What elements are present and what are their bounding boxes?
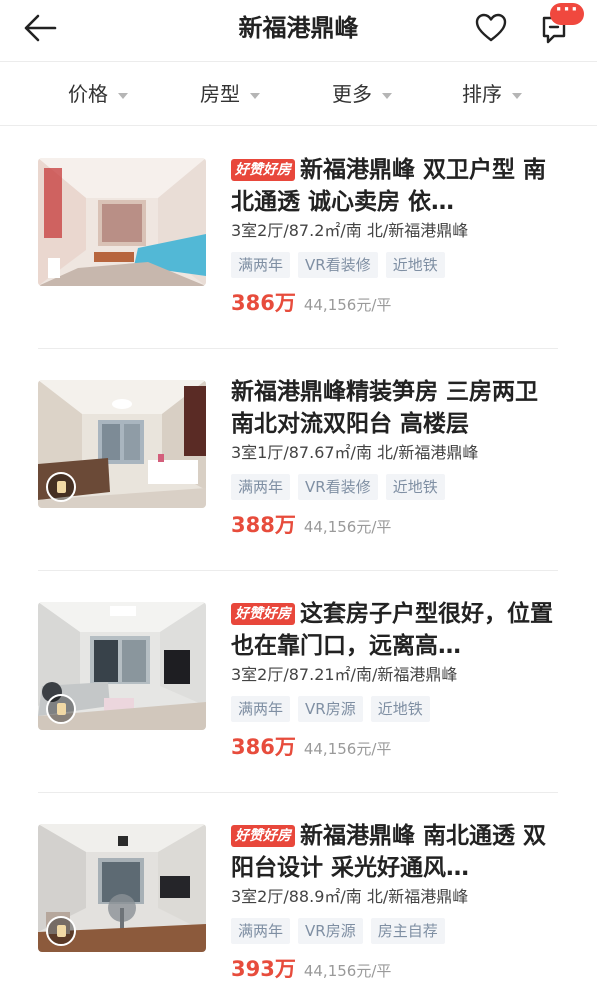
listing-title[interactable]: 好赞好房 新福港鼎峰 南北通透 双阳台设计 采光好通风… — [231, 820, 561, 884]
total-price: 386万 — [231, 735, 296, 759]
listing-tag: VR看装修 — [298, 252, 378, 278]
listing-title-text: 新福港鼎峰精装笋房 三房两卫 南北对流双阳台 高楼层 — [231, 379, 539, 437]
listing-card[interactable]: 好赞好房 新福港鼎峰 双卫户型 南北通透 诚心卖房 依… 3室2厅/87.2㎡/南… — [0, 126, 597, 348]
total-price: 388万 — [231, 513, 296, 537]
listing-card[interactable]: 好赞好房 新福港鼎峰 南北通透 双阳台设计 采光好通风… 3室2厅/88.9㎡/南… — [0, 792, 597, 1000]
unit-price: 44,156元/平 — [303, 740, 392, 758]
total-price: 393万 — [231, 957, 296, 981]
listing-photo — [38, 380, 206, 508]
filter-more[interactable]: 更多 — [332, 80, 392, 108]
listing-card[interactable]: 好赞好房 这套房子户型很好，位置也在靠门口，远离高… 3室2厅/87.21㎡/南/… — [0, 570, 597, 792]
filter-bar: 价格 房型 更多 排序 — [0, 62, 597, 126]
caret-down-icon — [382, 92, 392, 99]
filter-layout[interactable]: 房型 — [200, 80, 260, 108]
listing-title[interactable]: 好赞好房 这套房子户型很好，位置也在靠门口，远离高… — [231, 598, 561, 662]
listing-tags: 满两年 VR房源 近地铁 — [231, 696, 438, 722]
listing-tag: 满两年 — [231, 918, 291, 944]
filter-layout-label: 房型 — [200, 82, 240, 106]
hot-badge: 好赞好房 — [231, 159, 295, 181]
filter-sort-label: 排序 — [462, 82, 502, 106]
listing-photo — [38, 824, 206, 952]
caret-down-icon — [118, 92, 128, 99]
listing-tag: VR看装修 — [298, 474, 378, 500]
listing-tag: 近地铁 — [385, 474, 445, 500]
listing-tags: 满两年 VR看装修 近地铁 — [231, 474, 453, 500]
listing-tag: 满两年 — [231, 474, 291, 500]
caret-down-icon — [250, 92, 260, 99]
listing-price: 386万 44,156元/平 — [231, 288, 391, 318]
filter-sort[interactable]: 排序 — [462, 80, 522, 108]
listing-price: 388万 44,156元/平 — [231, 510, 391, 540]
listing-meta: 3室2厅/87.2㎡/南 北/新福港鼎峰 — [231, 221, 469, 240]
listing-tag: 近地铁 — [370, 696, 430, 722]
listing-tag: 房主自荐 — [370, 918, 445, 944]
listing-photo — [38, 158, 206, 286]
listing-card[interactable]: 新福港鼎峰精装笋房 三房两卫 南北对流双阳台 高楼层 3室1厅/87.67㎡/南… — [0, 348, 597, 570]
listing-meta: 3室2厅/88.9㎡/南 北/新福港鼎峰 — [231, 887, 469, 906]
listing-price: 386万 44,156元/平 — [231, 732, 391, 762]
message-badge: ··· — [550, 1, 584, 25]
listing-tag: VR房源 — [298, 696, 363, 722]
listing-meta: 3室1厅/87.67㎡/南 北/新福港鼎峰 — [231, 443, 479, 462]
listing-price: 393万 44,156元/平 — [231, 954, 391, 984]
filter-price-label: 价格 — [68, 82, 108, 106]
listing-title[interactable]: 新福港鼎峰精装笋房 三房两卫 南北对流双阳台 高楼层 — [231, 376, 561, 440]
listing-tag: VR房源 — [298, 918, 363, 944]
vr-play-icon[interactable] — [46, 694, 76, 724]
hot-badge: 好赞好房 — [231, 825, 295, 847]
vr-play-icon[interactable] — [46, 916, 76, 946]
filter-price[interactable]: 价格 — [68, 80, 128, 108]
listing-tags: 满两年 VR看装修 近地铁 — [231, 252, 453, 278]
listing-tag: 近地铁 — [385, 252, 445, 278]
listing-tags: 满两年 VR房源 房主自荐 — [231, 918, 453, 944]
filter-more-label: 更多 — [332, 82, 372, 106]
unit-price: 44,156元/平 — [303, 518, 392, 536]
unit-price: 44,156元/平 — [303, 962, 392, 980]
caret-down-icon — [512, 92, 522, 99]
listing-tag: 满两年 — [231, 252, 291, 278]
listing-meta: 3室2厅/87.21㎡/南/新福港鼎峰 — [231, 665, 458, 684]
unit-price: 44,156元/平 — [303, 296, 392, 314]
hot-badge: 好赞好房 — [231, 603, 295, 625]
vr-play-icon[interactable] — [46, 472, 76, 502]
top-navigation-bar: 新福港鼎峰 ··· — [0, 0, 597, 62]
listing-title[interactable]: 好赞好房 新福港鼎峰 双卫户型 南北通透 诚心卖房 依… — [231, 154, 561, 218]
listing-tag: 满两年 — [231, 696, 291, 722]
heart-icon[interactable] — [474, 12, 508, 44]
total-price: 386万 — [231, 291, 296, 315]
listing-photo — [38, 602, 206, 730]
